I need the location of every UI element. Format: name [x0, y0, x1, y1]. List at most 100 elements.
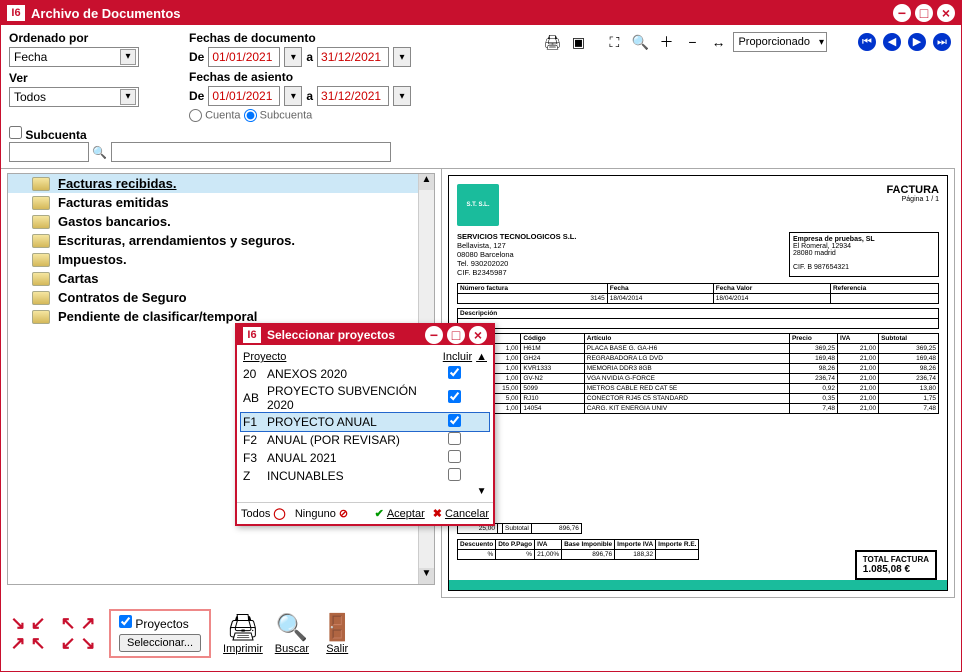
minimize-button[interactable]: − — [893, 4, 911, 22]
fit-icon[interactable]: ⛶ — [603, 31, 625, 53]
buscar-button[interactable]: 🔍 Buscar — [275, 612, 309, 655]
invoice-line: 1,00GV-N2VGA NVIDIA G-FORCE236,7421,0023… — [458, 374, 939, 384]
dialog-title: Seleccionar proyectos — [267, 328, 395, 342]
prev-page-button[interactable]: ◀ — [883, 33, 901, 51]
ordenado-select[interactable]: Fecha▾ — [9, 47, 139, 67]
app-logo: I6 — [7, 5, 25, 21]
seleccionar-button[interactable]: Seleccionar... — [119, 634, 201, 652]
asiento-from-input[interactable] — [208, 86, 280, 106]
asiento-to-input[interactable] — [317, 86, 389, 106]
ninguno-button[interactable]: Ninguno ⊘ — [295, 507, 348, 520]
invoice-line: 15,005099METROS CABLE RED CAT 5E0,9221,0… — [458, 384, 939, 394]
project-row[interactable]: F1PROYECTO ANUAL — [241, 413, 489, 431]
window-title: Archivo de Documentos — [31, 6, 181, 21]
folder-icon — [32, 215, 50, 229]
invoice-title: FACTURA — [886, 184, 939, 196]
invoice-page: Página 1 / 1 — [886, 196, 939, 203]
expand-collapse-arrows[interactable]: ↘↙↗↖ — [9, 614, 47, 652]
dialog-close-button[interactable]: × — [469, 326, 487, 344]
project-row[interactable]: ZINCUNABLES — [241, 467, 489, 485]
doc-to-input[interactable] — [317, 47, 389, 67]
project-row[interactable]: F3ANUAL 2021 — [241, 449, 489, 467]
select-projects-dialog: I6 Seleccionar proyectos − □ × Proyecto … — [235, 323, 495, 526]
fechas-asiento-label: Fechas de asiento — [189, 70, 411, 84]
project-row[interactable]: F2ANUAL (POR REVISAR) — [241, 431, 489, 449]
zoom-tool-icon[interactable]: 🔍 — [629, 31, 651, 53]
subcuenta-label: Subcuenta — [25, 128, 86, 142]
asiento-to-picker[interactable]: ▾ — [393, 86, 411, 106]
col-incluir[interactable]: Incluir — [434, 349, 474, 365]
folder-icon — [32, 196, 50, 210]
todos-button[interactable]: Todos ◯ — [241, 507, 286, 520]
save-icon[interactable]: ▣ — [567, 31, 589, 53]
invoice-line: 1,00H61MPLACA BASE G. GA-H6369,2521,0036… — [458, 344, 939, 354]
ver-label: Ver — [9, 71, 169, 85]
projects-table: Proyecto Incluir ▲ 20ANEXOS 2020ABPROYEC… — [241, 349, 489, 498]
invoice-total: TOTAL FACTURA 1.085,08 € — [855, 550, 937, 580]
subcuenta-code-input[interactable] — [9, 142, 89, 162]
cuenta-radio[interactable] — [189, 109, 202, 122]
invoice-line: 1,00GH24REGRABADORA LG DVD169,4821,00169… — [458, 354, 939, 364]
printer-icon: 🖨 — [226, 612, 259, 643]
zoom-in-icon[interactable]: ＋ — [655, 31, 677, 53]
tree-item[interactable]: Impuestos. — [8, 250, 434, 269]
tree-item[interactable]: Facturas recibidas. — [8, 174, 434, 193]
cancelar-button[interactable]: ✖Cancelar — [433, 507, 489, 520]
folder-icon — [32, 234, 50, 248]
last-page-button[interactable]: ⏭ — [933, 33, 951, 51]
include-checkbox[interactable] — [448, 390, 461, 403]
first-page-button[interactable]: ⏮ — [858, 33, 876, 51]
expand-collapse-arrows-2[interactable]: ↖↗↙↘ — [59, 614, 97, 652]
asiento-from-picker[interactable]: ▾ — [284, 86, 302, 106]
next-page-button[interactable]: ▶ — [908, 33, 926, 51]
subcuenta-checkbox[interactable] — [9, 126, 22, 139]
width-icon[interactable]: ↔ — [707, 31, 729, 53]
doc-to-picker[interactable]: ▾ — [393, 47, 411, 67]
invoice-line: 5,00RJ10CONECTOR RJ45 C5 STANDARD0,3521,… — [458, 394, 939, 404]
project-row[interactable]: ABPROYECTO SUBVENCIÓN 2020 — [241, 383, 489, 413]
zoom-select[interactable]: Proporcionado ▾ — [733, 32, 827, 52]
folder-icon — [32, 310, 50, 324]
doc-from-input[interactable] — [208, 47, 280, 67]
aceptar-button[interactable]: ✔Aceptar — [375, 507, 425, 520]
col-proyecto[interactable]: Proyecto — [241, 349, 434, 365]
dialog-restore-button[interactable]: □ — [447, 326, 465, 344]
tree-item[interactable]: Facturas emitidas — [8, 193, 434, 212]
dialog-minimize-button[interactable]: − — [425, 326, 443, 344]
document-preview: S.T. S.L. FACTURA Página 1 / 1 SERVICIOS… — [441, 168, 955, 598]
project-row[interactable]: 20ANEXOS 2020 — [241, 365, 489, 383]
main-titlebar: I6 Archivo de Documentos − □ × — [1, 1, 961, 25]
fechas-doc-label: Fechas de documento — [189, 31, 411, 45]
doc-from-picker[interactable]: ▾ — [284, 47, 302, 67]
tree-item[interactable]: Gastos bancarios. — [8, 212, 434, 231]
door-icon: 🚪 — [321, 612, 353, 643]
invoice-line: 1,00KVR1333MEMORIA DDR3 8GB98,2621,0098,… — [458, 364, 939, 374]
folder-icon — [32, 253, 50, 267]
restore-button[interactable]: □ — [915, 4, 933, 22]
include-checkbox[interactable] — [448, 366, 461, 379]
include-checkbox[interactable] — [448, 450, 461, 463]
proyectos-panel: Proyectos Seleccionar... — [109, 609, 211, 658]
include-checkbox[interactable] — [448, 468, 461, 481]
tree-item[interactable]: Escrituras, arrendamientos y seguros. — [8, 231, 434, 250]
tree-item[interactable]: Contratos de Seguro — [8, 288, 434, 307]
include-checkbox[interactable] — [448, 432, 461, 445]
invoice-line: 1,0014054CARG. KIT ENERGIA UNIV7,4821,00… — [458, 404, 939, 414]
imprimir-button[interactable]: 🖨 Imprimir — [223, 612, 263, 655]
ordenado-label: Ordenado por — [9, 31, 169, 45]
zoom-out-icon[interactable]: − — [681, 31, 703, 53]
folder-icon — [32, 272, 50, 286]
dialog-logo: I6 — [243, 327, 261, 343]
salir-button[interactable]: 🚪 Salir — [321, 612, 353, 655]
tree-item[interactable]: Cartas — [8, 269, 434, 288]
proyectos-checkbox[interactable] — [119, 615, 132, 628]
folder-icon — [32, 291, 50, 305]
subcuenta-name-input[interactable] — [111, 142, 391, 162]
ver-select[interactable]: Todos▾ — [9, 87, 139, 107]
search-icon[interactable]: 🔍 — [92, 146, 107, 160]
include-checkbox[interactable] — [448, 414, 461, 427]
close-button[interactable]: × — [937, 4, 955, 22]
subcuenta-radio[interactable] — [244, 109, 257, 122]
magnifier-icon: 🔍 — [276, 612, 308, 643]
print-icon[interactable]: 🖨 — [541, 31, 563, 53]
